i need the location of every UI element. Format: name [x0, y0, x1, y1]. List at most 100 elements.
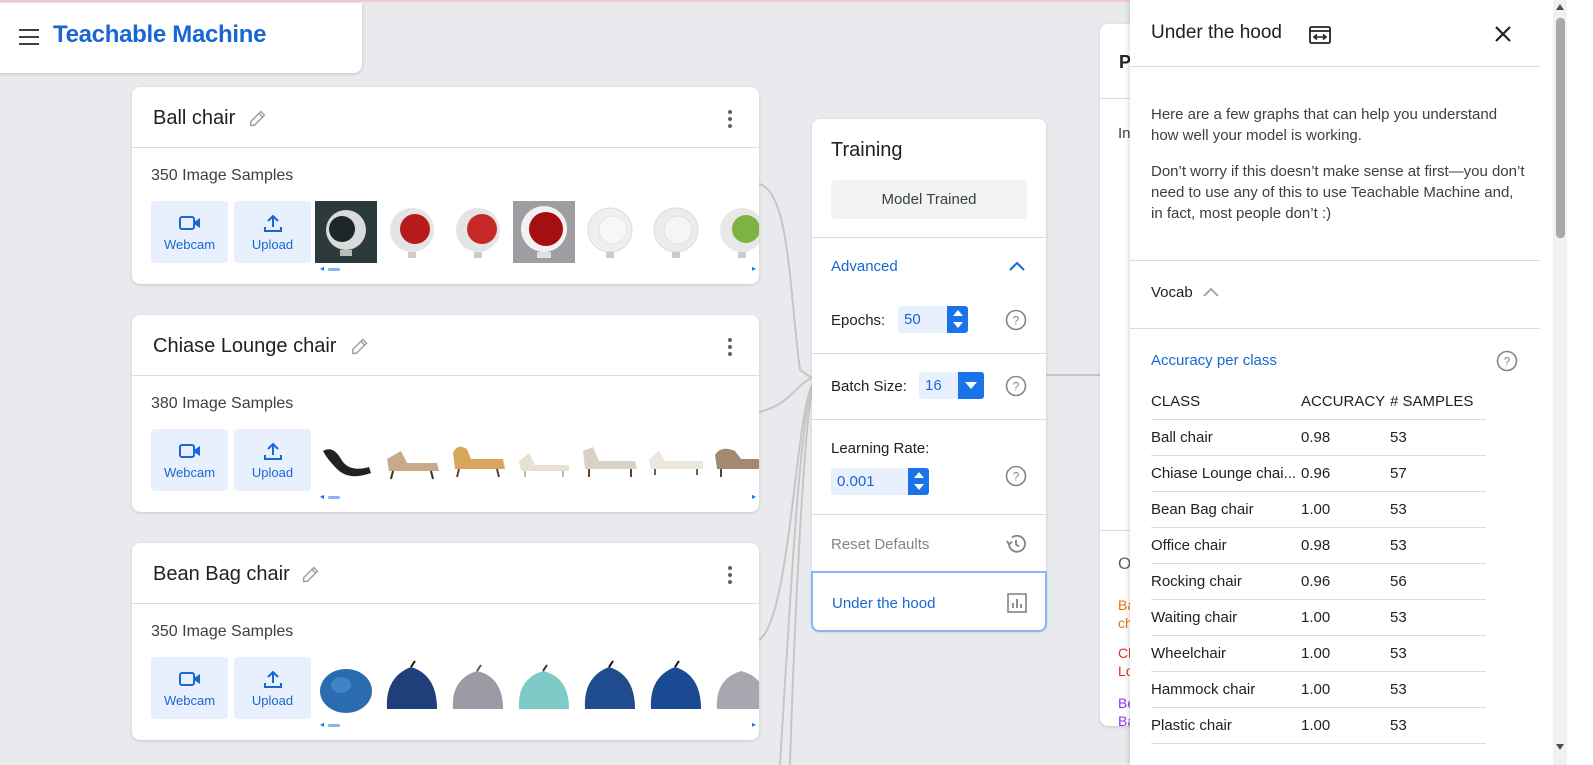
class-name[interactable]: Bean Bag chair: [153, 563, 290, 586]
scroll-down-arrow-icon[interactable]: [1556, 744, 1564, 750]
sample-thumbnail[interactable]: [645, 201, 707, 263]
divider: [1130, 66, 1540, 67]
epochs-stepper[interactable]: [947, 306, 968, 333]
class-name[interactable]: Chiase Lounge chair: [153, 335, 336, 358]
column-header-accuracy: ACCURACY: [1301, 384, 1390, 420]
column-header-class: CLASS: [1151, 384, 1301, 420]
batch-size-label: Batch Size:: [831, 378, 907, 395]
class-cell: Ball chair: [1151, 419, 1301, 456]
vocab-toggle[interactable]: Vocab: [1151, 284, 1193, 301]
more-options-icon[interactable]: [727, 110, 733, 130]
table-header-row: CLASS ACCURACY # SAMPLES: [1151, 384, 1486, 420]
hamburger-menu-icon[interactable]: [19, 29, 39, 45]
sample-thumbnail[interactable]: [513, 429, 575, 491]
chevron-up-icon[interactable]: [1008, 259, 1026, 273]
sample-thumbnails[interactable]: [315, 429, 759, 491]
sample-count: 350 Image Samples: [151, 167, 294, 184]
table-row: Wheelchair 1.00 53: [1151, 635, 1486, 672]
upload-button[interactable]: Upload: [234, 201, 311, 263]
upload-button[interactable]: Upload: [234, 429, 311, 491]
sample-thumbnail[interactable]: [381, 201, 443, 263]
svg-text:?: ?: [1013, 314, 1020, 328]
sample-thumbnail[interactable]: [513, 201, 575, 263]
help-icon[interactable]: ?: [1005, 375, 1027, 397]
webcam-icon: [178, 672, 200, 686]
sample-thumbnail[interactable]: [447, 657, 509, 719]
edit-pencil-icon[interactable]: [300, 563, 322, 585]
epochs-input[interactable]: 50: [898, 306, 968, 333]
advanced-toggle[interactable]: Advanced: [831, 258, 898, 275]
sample-thumbnail[interactable]: [711, 657, 759, 719]
train-model-button[interactable]: Model Trained: [831, 180, 1027, 219]
epochs-value: 50: [904, 311, 921, 328]
divider: [812, 237, 1046, 238]
accuracy-cell: 0.98: [1301, 419, 1390, 456]
reset-defaults-button[interactable]: Reset Defaults: [831, 536, 929, 553]
thumbnail-scroll-indicator[interactable]: ◂ ▸: [320, 721, 756, 729]
sample-thumbnail[interactable]: [579, 201, 641, 263]
table-row: Plastic chair 1.00 53: [1151, 707, 1486, 744]
help-icon[interactable]: ?: [1005, 309, 1027, 331]
sample-thumbnail[interactable]: [579, 429, 641, 491]
svg-text:?: ?: [1013, 380, 1020, 394]
sample-thumbnail[interactable]: [711, 429, 759, 491]
sample-thumbnail[interactable]: [513, 657, 575, 719]
card-divider: [132, 603, 759, 604]
class-name[interactable]: Ball chair: [153, 107, 235, 130]
learning-rate-stepper[interactable]: [908, 468, 929, 495]
sample-thumbnails[interactable]: [315, 201, 759, 263]
page-scrollbar[interactable]: [1542, 0, 1593, 765]
close-icon[interactable]: [1491, 22, 1515, 46]
more-options-icon[interactable]: [727, 338, 733, 358]
divider: [812, 419, 1046, 420]
sample-thumbnail[interactable]: [315, 429, 377, 491]
upload-icon: [263, 670, 282, 688]
help-icon[interactable]: ?: [1496, 350, 1518, 372]
thumbnail-scroll-indicator[interactable]: ◂ ▸: [320, 493, 756, 501]
chevron-up-icon[interactable]: [1202, 285, 1220, 299]
webcam-button[interactable]: Webcam: [151, 201, 228, 263]
accuracy-table: CLASS ACCURACY # SAMPLES Ball chair 0.98 5…: [1151, 384, 1486, 744]
bar-chart-icon: [1007, 593, 1027, 613]
learning-rate-value: 0.001: [837, 473, 875, 490]
upload-button[interactable]: Upload: [234, 657, 311, 719]
upload-label: Upload: [251, 237, 294, 252]
edit-pencil-icon[interactable]: [247, 107, 269, 129]
more-options-icon[interactable]: [727, 566, 733, 586]
learning-rate-input[interactable]: 0.001: [831, 468, 929, 495]
history-icon[interactable]: [1004, 532, 1028, 556]
webcam-button[interactable]: Webcam: [151, 429, 228, 491]
webcam-button[interactable]: Webcam: [151, 657, 228, 719]
sample-thumbnail[interactable]: [447, 429, 509, 491]
app-title[interactable]: Teachable Machine: [53, 21, 267, 49]
card-divider: [132, 375, 759, 376]
sample-thumbnail[interactable]: [381, 429, 443, 491]
svg-text:?: ?: [1013, 470, 1020, 484]
help-icon[interactable]: ?: [1005, 465, 1027, 487]
accuracy-cell: 1.00: [1301, 635, 1390, 672]
sample-thumbnails[interactable]: [315, 657, 759, 719]
dropdown-arrow-icon[interactable]: [958, 372, 984, 399]
edit-pencil-icon[interactable]: [349, 335, 371, 357]
column-header-samples: # SAMPLES: [1390, 384, 1486, 420]
thumbnail-scroll-indicator[interactable]: ◂ ▸: [320, 265, 756, 273]
sample-thumbnail[interactable]: [645, 429, 707, 491]
batch-size-select[interactable]: 16: [919, 372, 984, 399]
accuracy-cell: 0.98: [1301, 527, 1390, 564]
scroll-up-arrow-icon[interactable]: [1556, 4, 1564, 10]
sample-thumbnail[interactable]: [711, 201, 759, 263]
accuracy-cell: 1.00: [1301, 491, 1390, 528]
upload-label: Upload: [251, 465, 294, 480]
table-row: Waiting chair 1.00 53: [1151, 599, 1486, 636]
class-card-chiase-lounge-chair: Chiase Lounge chair 380 Image Samples We…: [132, 315, 759, 512]
under-the-hood-button[interactable]: Under the hood: [811, 571, 1047, 632]
scrollbar-thumb[interactable]: [1556, 18, 1565, 238]
sample-thumbnail[interactable]: [579, 657, 641, 719]
sample-thumbnail[interactable]: [315, 657, 377, 719]
sample-thumbnail[interactable]: [315, 201, 377, 263]
sample-thumbnail[interactable]: [447, 201, 509, 263]
class-cell: Plastic chair: [1151, 707, 1301, 744]
sample-thumbnail[interactable]: [381, 657, 443, 719]
sample-thumbnail[interactable]: [645, 657, 707, 719]
expand-panel-icon[interactable]: [1308, 24, 1332, 46]
